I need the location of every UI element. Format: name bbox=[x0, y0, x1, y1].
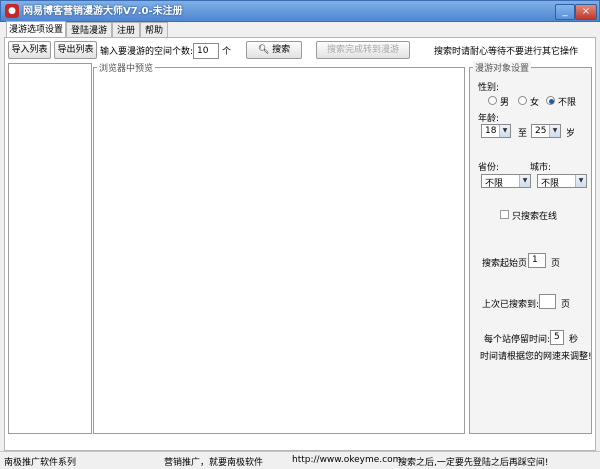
gender-male-radio[interactable] bbox=[488, 96, 497, 105]
age-to-label: 至 bbox=[518, 129, 528, 139]
minimize-button[interactable]: _ bbox=[555, 4, 575, 20]
city-select[interactable]: 不限 ▼ bbox=[537, 174, 587, 189]
import-list-button[interactable]: 导入列表 bbox=[8, 41, 51, 59]
settings-legend: 漫游对象设置 bbox=[473, 61, 532, 74]
age-to-value: 25 bbox=[535, 126, 547, 136]
browser-preview[interactable] bbox=[93, 67, 465, 434]
start-page-unit: 页 bbox=[551, 259, 561, 269]
chevron-down-icon: ▼ bbox=[519, 175, 530, 187]
browser-preview-legend: 浏览器中预览 bbox=[97, 61, 156, 74]
close-button[interactable]: × bbox=[575, 4, 597, 20]
space-count-input[interactable]: 10 bbox=[193, 43, 219, 59]
tab-help[interactable]: 帮助 bbox=[140, 22, 168, 38]
age-from-value: 18 bbox=[485, 126, 497, 136]
online-only-checkbox[interactable] bbox=[500, 210, 509, 219]
age-to-select[interactable]: 25 ▼ bbox=[531, 124, 561, 138]
transfer-to-roam-button[interactable]: 搜索完成转到漫游 bbox=[316, 41, 410, 59]
status-bar: 南极推广软件系列 营销推广，就要南极软件 http://www.okeyme.c… bbox=[0, 451, 600, 469]
status-slogan: 营销推广，就要南极软件 bbox=[164, 458, 264, 468]
age-unit: 岁 bbox=[566, 129, 576, 139]
start-page-input[interactable]: 1 bbox=[528, 253, 546, 268]
gender-male-label: 男 bbox=[500, 98, 510, 108]
tab-roam-settings[interactable]: 漫游选项设置 bbox=[6, 21, 66, 38]
chevron-down-icon: ▼ bbox=[499, 125, 510, 137]
status-series: 南极推广软件系列 bbox=[4, 458, 77, 468]
province-label: 省份: bbox=[478, 163, 500, 173]
gender-label: 性别: bbox=[478, 83, 500, 93]
search-button-label: 搜索 bbox=[272, 45, 291, 55]
stay-time-label: 每个站停留时间: bbox=[484, 335, 551, 345]
gender-any-radio[interactable] bbox=[546, 96, 555, 105]
chevron-down-icon: ▼ bbox=[549, 125, 560, 137]
province-select[interactable]: 不限 ▼ bbox=[481, 174, 531, 189]
online-only-label: 只搜索在线 bbox=[512, 212, 558, 222]
last-page-input[interactable] bbox=[539, 294, 556, 309]
gender-female-radio[interactable] bbox=[518, 96, 527, 105]
stay-time-unit: 秒 bbox=[569, 335, 579, 345]
status-url-link[interactable]: http://www.okeyme.com bbox=[292, 455, 401, 465]
magnifier-icon: 🔍︎ bbox=[257, 45, 270, 55]
speed-hint: 时间请根据您的网速来调整! bbox=[480, 352, 592, 362]
app-logo-icon: ● bbox=[5, 4, 19, 18]
status-notice: 搜索之后,一定要先登陆之后再踩空间! bbox=[398, 458, 549, 468]
chevron-down-icon: ▼ bbox=[575, 175, 586, 187]
url-list[interactable] bbox=[8, 63, 92, 434]
title-bar: ● 网易博客营销漫游大师V7.0-未注册 _ × bbox=[0, 0, 600, 22]
window-title: 网易博客营销漫游大师V7.0-未注册 bbox=[23, 6, 183, 17]
space-count-unit: 个 bbox=[222, 47, 232, 57]
age-from-select[interactable]: 18 ▼ bbox=[481, 124, 511, 138]
city-value: 不限 bbox=[541, 179, 560, 189]
space-count-label: 输入要漫游的空间个数: bbox=[100, 47, 194, 57]
tab-register[interactable]: 注册 bbox=[112, 22, 140, 38]
age-label: 年龄: bbox=[478, 114, 500, 124]
last-page-unit: 页 bbox=[561, 300, 571, 310]
last-page-label: 上次已搜索到: bbox=[482, 300, 540, 310]
stay-time-input[interactable]: 5 bbox=[550, 330, 564, 345]
search-button[interactable]: 🔍︎ 搜索 bbox=[246, 41, 302, 59]
gender-any-label: 不限 bbox=[558, 98, 577, 108]
city-label: 城市: bbox=[530, 163, 552, 173]
start-page-label: 搜索起始页: bbox=[482, 259, 531, 269]
province-value: 不限 bbox=[485, 179, 504, 189]
tab-login-roam[interactable]: 登陆漫游 bbox=[66, 22, 112, 38]
gender-female-label: 女 bbox=[530, 98, 540, 108]
search-hint: 搜索时请耐心等待不要进行其它操作 bbox=[434, 47, 579, 57]
export-list-button[interactable]: 导出列表 bbox=[54, 41, 97, 59]
